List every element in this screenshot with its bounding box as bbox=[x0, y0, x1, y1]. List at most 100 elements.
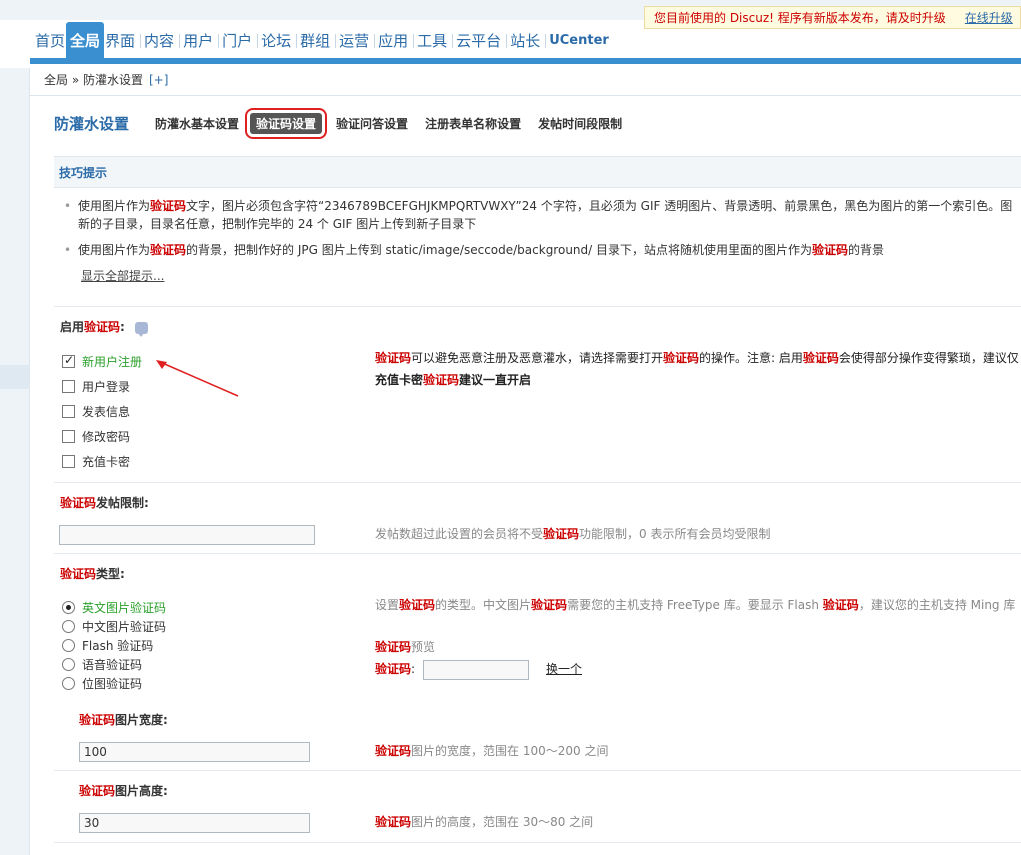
nav-item-webmaster[interactable]: 站长 bbox=[502, 22, 541, 60]
upgrade-notice: 您目前使用的 Discuz! 程序有新版本发布，请及时升级 在线升级 bbox=[644, 6, 1021, 29]
desc-text: 的操作。注意: 启用 bbox=[699, 351, 803, 365]
captcha-width-input[interactable] bbox=[79, 742, 310, 762]
tip-item: 使用图片作为验证码文字，图片必须包含字符“2346789BCEFGHJKMPQR… bbox=[62, 197, 1021, 233]
left-sidebar bbox=[0, 20, 30, 855]
upgrade-notice-text: 您目前使用的 Discuz! 程序有新版本发布，请及时升级 bbox=[654, 11, 946, 25]
tab-qa-settings[interactable]: 验证问答设置 bbox=[336, 115, 408, 132]
label-text: 图片宽度: bbox=[115, 713, 168, 727]
captcha-width-description: 验证码图片的宽度，范围在 100～200 之间 bbox=[375, 742, 608, 760]
divider bbox=[54, 770, 1021, 771]
nav-item-cloud[interactable]: 云平台 bbox=[448, 22, 502, 60]
label-text: 类型: bbox=[96, 567, 125, 581]
nav-item-operations[interactable]: 运营 bbox=[331, 22, 370, 60]
nav-item-label: UCenter bbox=[549, 33, 609, 48]
desc-text: 设置 bbox=[375, 598, 400, 612]
desc-text: 预览 bbox=[411, 640, 436, 654]
tip-text: 使用图片作为 bbox=[78, 243, 151, 257]
option-flash-captcha[interactable]: Flash 验证码 bbox=[62, 636, 153, 654]
nav-separator bbox=[452, 34, 454, 48]
option-label: 用户登录 bbox=[82, 379, 131, 394]
option-user-login[interactable]: 用户登录 bbox=[62, 377, 130, 395]
label-keyword: 验证码 bbox=[60, 567, 97, 581]
captcha-preview-input[interactable] bbox=[423, 660, 529, 680]
desc-text: 需要您的主机支持 FreeType 库。要显示 Flash bbox=[567, 598, 823, 612]
nav-item-label: 群组 bbox=[300, 32, 331, 50]
desc-keyword: 验证码 bbox=[375, 815, 412, 829]
radio[interactable] bbox=[62, 600, 75, 614]
radio[interactable] bbox=[62, 657, 75, 671]
option-audio-captcha[interactable]: 语音验证码 bbox=[62, 655, 142, 673]
captcha-height-input[interactable] bbox=[79, 813, 310, 833]
checkbox[interactable] bbox=[62, 429, 75, 443]
tab-register-form-names[interactable]: 注册表单名称设置 bbox=[425, 115, 521, 132]
checkbox[interactable] bbox=[62, 353, 75, 368]
tab-captcha-settings[interactable]: 验证码设置 bbox=[245, 107, 328, 139]
nav-item-users[interactable]: 用户 bbox=[175, 22, 214, 60]
annotation-arrow bbox=[156, 360, 239, 397]
desc-keyword: 验证码 bbox=[399, 598, 436, 612]
add-shortcut-link[interactable]: [+] bbox=[149, 73, 168, 87]
option-new-user-register[interactable]: 新用户注册 bbox=[62, 352, 142, 370]
radio[interactable] bbox=[62, 676, 75, 690]
label-text: 图片高度: bbox=[115, 784, 168, 798]
nav-separator bbox=[335, 34, 337, 48]
option-recharge-card[interactable]: 充值卡密 bbox=[62, 452, 130, 470]
tip-text: 新的子目录，目录名任意，把制作完毕的 24 个 GIF 图片上传到新子目录下 bbox=[78, 217, 477, 231]
checkbox[interactable] bbox=[62, 454, 75, 468]
radio[interactable] bbox=[62, 638, 75, 652]
option-chinese-image-captcha[interactable]: 中文图片验证码 bbox=[62, 617, 166, 635]
refresh-captcha-link[interactable]: 换一个 bbox=[546, 660, 582, 678]
nav-item-home[interactable]: 首页 bbox=[34, 22, 66, 60]
desc-text: ，建议您的主机支持 Ming 库 bbox=[858, 598, 1016, 612]
captcha-preview-label: 验证码: bbox=[375, 660, 415, 678]
checkbox[interactable] bbox=[62, 404, 75, 418]
desc-keyword: 验证码 bbox=[375, 744, 412, 758]
nav-item-global[interactable]: 全局 bbox=[66, 22, 105, 60]
desc-text: 可以避免恶意注册及恶意灌水，请选择需要打开 bbox=[411, 351, 664, 365]
help-bubble-icon[interactable] bbox=[135, 321, 149, 337]
captcha-type-description: 设置验证码的类型。中文图片验证码需要您的主机支持 FreeType 库。要显示 … bbox=[375, 596, 1021, 614]
option-post-message[interactable]: 发表信息 bbox=[62, 402, 130, 420]
nav-item-apps[interactable]: 应用 bbox=[370, 22, 409, 60]
nav-item-tools[interactable]: 工具 bbox=[409, 22, 448, 60]
page-title: 防灌水设置 bbox=[54, 114, 130, 133]
nav-item-ucenter[interactable]: UCenter bbox=[541, 22, 610, 60]
divider bbox=[54, 553, 1021, 554]
tips-box: 技巧提示 使用图片作为验证码文字，图片必须包含字符“2346789BCEFGHJ… bbox=[54, 156, 1021, 304]
option-change-password[interactable]: 修改密码 bbox=[62, 427, 130, 445]
label-keyword: 验证码 bbox=[79, 713, 116, 727]
enable-captcha-description: 验证码可以避免恶意注册及恶意灌水，请选择需要打开验证码的操作。注意: 启用验证码… bbox=[375, 349, 1021, 367]
desc-keyword: 验证码 bbox=[375, 662, 412, 676]
nav-item-label: 运营 bbox=[339, 32, 370, 50]
option-label: 发表信息 bbox=[82, 404, 131, 419]
option-label: 位图验证码 bbox=[82, 676, 143, 691]
radio[interactable] bbox=[62, 619, 75, 633]
desc-text: 图片的宽度，范围在 100～200 之间 bbox=[411, 744, 609, 758]
tip-keyword: 验证码 bbox=[150, 199, 187, 213]
tab-post-time-limit[interactable]: 发帖时间段限制 bbox=[538, 115, 622, 132]
nav-item-forum[interactable]: 论坛 bbox=[253, 22, 292, 60]
upgrade-online-link[interactable]: 在线升级 bbox=[965, 9, 1013, 26]
tab-basic-settings[interactable]: 防灌水基本设置 bbox=[155, 115, 239, 132]
nav-item-portal[interactable]: 门户 bbox=[214, 22, 253, 60]
nav-separator bbox=[374, 34, 376, 48]
post-limit-input[interactable] bbox=[59, 525, 315, 545]
post-limit-label: 验证码发帖限制: bbox=[60, 494, 149, 511]
nav-item-label: 内容 bbox=[144, 32, 175, 50]
nav-item-label: 用户 bbox=[183, 32, 214, 50]
option-label: Flash 验证码 bbox=[82, 638, 154, 653]
checkbox[interactable] bbox=[62, 379, 75, 393]
divider bbox=[54, 842, 1021, 843]
nav-item-content[interactable]: 内容 bbox=[136, 22, 175, 60]
desc-keyword: 验证码 bbox=[822, 598, 859, 612]
option-english-image-captcha[interactable]: 英文图片验证码 bbox=[62, 598, 166, 616]
show-all-tips-link[interactable]: 显示全部提示... bbox=[81, 269, 164, 283]
tip-item: 使用图片作为验证码的背景，把制作好的 JPG 图片上传到 static/imag… bbox=[62, 241, 1021, 259]
label-keyword: 验证码 bbox=[60, 496, 97, 510]
option-label: 修改密码 bbox=[82, 429, 131, 444]
desc-text: 图片的高度，范围在 30～80 之间 bbox=[411, 815, 594, 829]
nav-item-groups[interactable]: 群组 bbox=[292, 22, 331, 60]
option-bitmap-captcha[interactable]: 位图验证码 bbox=[62, 674, 142, 692]
nav-item-interface[interactable]: 界面 bbox=[104, 22, 136, 60]
nav-item-label: 工具 bbox=[417, 32, 448, 50]
